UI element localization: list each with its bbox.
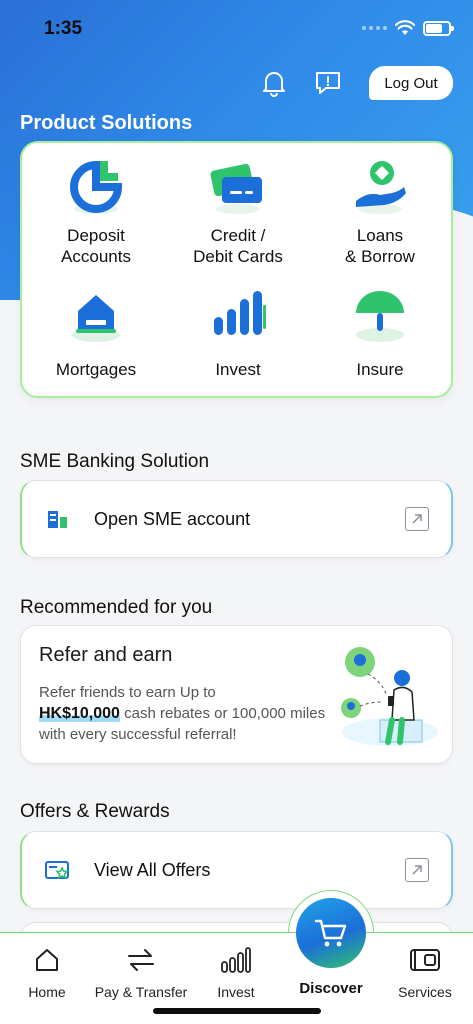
logout-button[interactable]: Log Out (369, 66, 453, 100)
loans-label-line2: & Borrow (345, 247, 415, 266)
nav-services[interactable]: Services (378, 945, 472, 1000)
status-time: 1:35 (44, 18, 83, 39)
external-link-icon (405, 507, 429, 531)
insure-label: Insure (356, 360, 404, 379)
deposit-label-line2: Accounts (61, 247, 131, 266)
house-icon (66, 285, 126, 345)
wallet-icon (410, 949, 440, 971)
product-invest[interactable]: Invest (168, 285, 308, 380)
invest-bars-icon (221, 947, 251, 973)
home-icon (36, 949, 58, 971)
bar-chart-icon (208, 285, 268, 345)
view-all-offers-label: View All Offers (94, 859, 211, 880)
nav-discover-label[interactable]: Discover (286, 980, 376, 997)
product-mortgages[interactable]: Mortgages (26, 285, 166, 380)
nav-pay-transfer[interactable]: Pay & Transfer (94, 945, 188, 1000)
open-sme-account-button[interactable]: Open SME account (20, 480, 453, 558)
building-icon (48, 511, 67, 528)
external-link-icon (405, 858, 429, 882)
umbrella-icon (350, 285, 410, 345)
product-loans-borrow[interactable]: Loans & Borrow (310, 157, 450, 267)
nav-home-label: Home (28, 984, 66, 1000)
transfer-icon (128, 949, 154, 971)
product-insure[interactable]: Insure (310, 285, 450, 380)
nav-invest-label: Invest (217, 984, 255, 1000)
chat-icon[interactable] (313, 69, 343, 97)
refer-desc-amount: HK$10,000 (39, 705, 120, 722)
cart-icon (314, 919, 347, 947)
deposit-icon (66, 157, 126, 217)
voucher-icon (45, 861, 69, 879)
refer-card-description: Refer friends to earn Up to HK$10,000 ca… (39, 682, 329, 745)
recommended-section-title: Recommended for you (20, 597, 213, 618)
status-bar: 1:35 (0, 0, 473, 60)
product-credit-debit-cards[interactable]: Credit / Debit Cards (168, 157, 308, 267)
refer-desc-before: Refer friends to earn Up to (39, 684, 216, 701)
sme-section-title: SME Banking Solution (20, 451, 210, 472)
referral-illustration-icon (341, 647, 438, 746)
nav-home[interactable]: Home (0, 945, 94, 1000)
home-indicator (153, 1008, 321, 1014)
battery-icon (423, 20, 454, 36)
bell-icon[interactable] (261, 69, 287, 97)
refer-and-earn-card[interactable]: Refer and earn Refer friends to earn Up … (20, 625, 453, 764)
mortgages-label: Mortgages (55, 360, 137, 379)
signal-icon (362, 26, 387, 30)
loans-label-line1: Loans (356, 226, 404, 245)
cards-icon (208, 157, 268, 217)
top-actions: Log Out (261, 66, 453, 100)
status-icons (362, 20, 454, 36)
nav-invest[interactable]: Invest (189, 945, 283, 1000)
refer-card-title: Refer and earn (39, 644, 173, 666)
open-sme-account-label: Open SME account (94, 508, 251, 529)
invest-label: Invest (215, 360, 261, 379)
view-all-offers-button[interactable]: View All Offers (20, 831, 453, 909)
product-solutions-title: Product Solutions (20, 112, 193, 134)
wifi-icon (395, 20, 415, 35)
offers-section-title: Offers & Rewards (20, 801, 170, 822)
nav-pay-label: Pay & Transfer (94, 984, 188, 1000)
loans-icon (350, 157, 410, 217)
discover-button[interactable] (296, 898, 366, 968)
product-solutions-card: Deposit Accounts Credit / Debit Cards Loan… (20, 141, 453, 398)
product-deposit-accounts[interactable]: Deposit Accounts (26, 157, 166, 267)
cards-label-line2: Debit Cards (193, 247, 283, 266)
cards-label-line1: Credit / (210, 226, 266, 245)
nav-services-label: Services (398, 984, 452, 1000)
deposit-label-line1: Deposit (67, 226, 125, 245)
